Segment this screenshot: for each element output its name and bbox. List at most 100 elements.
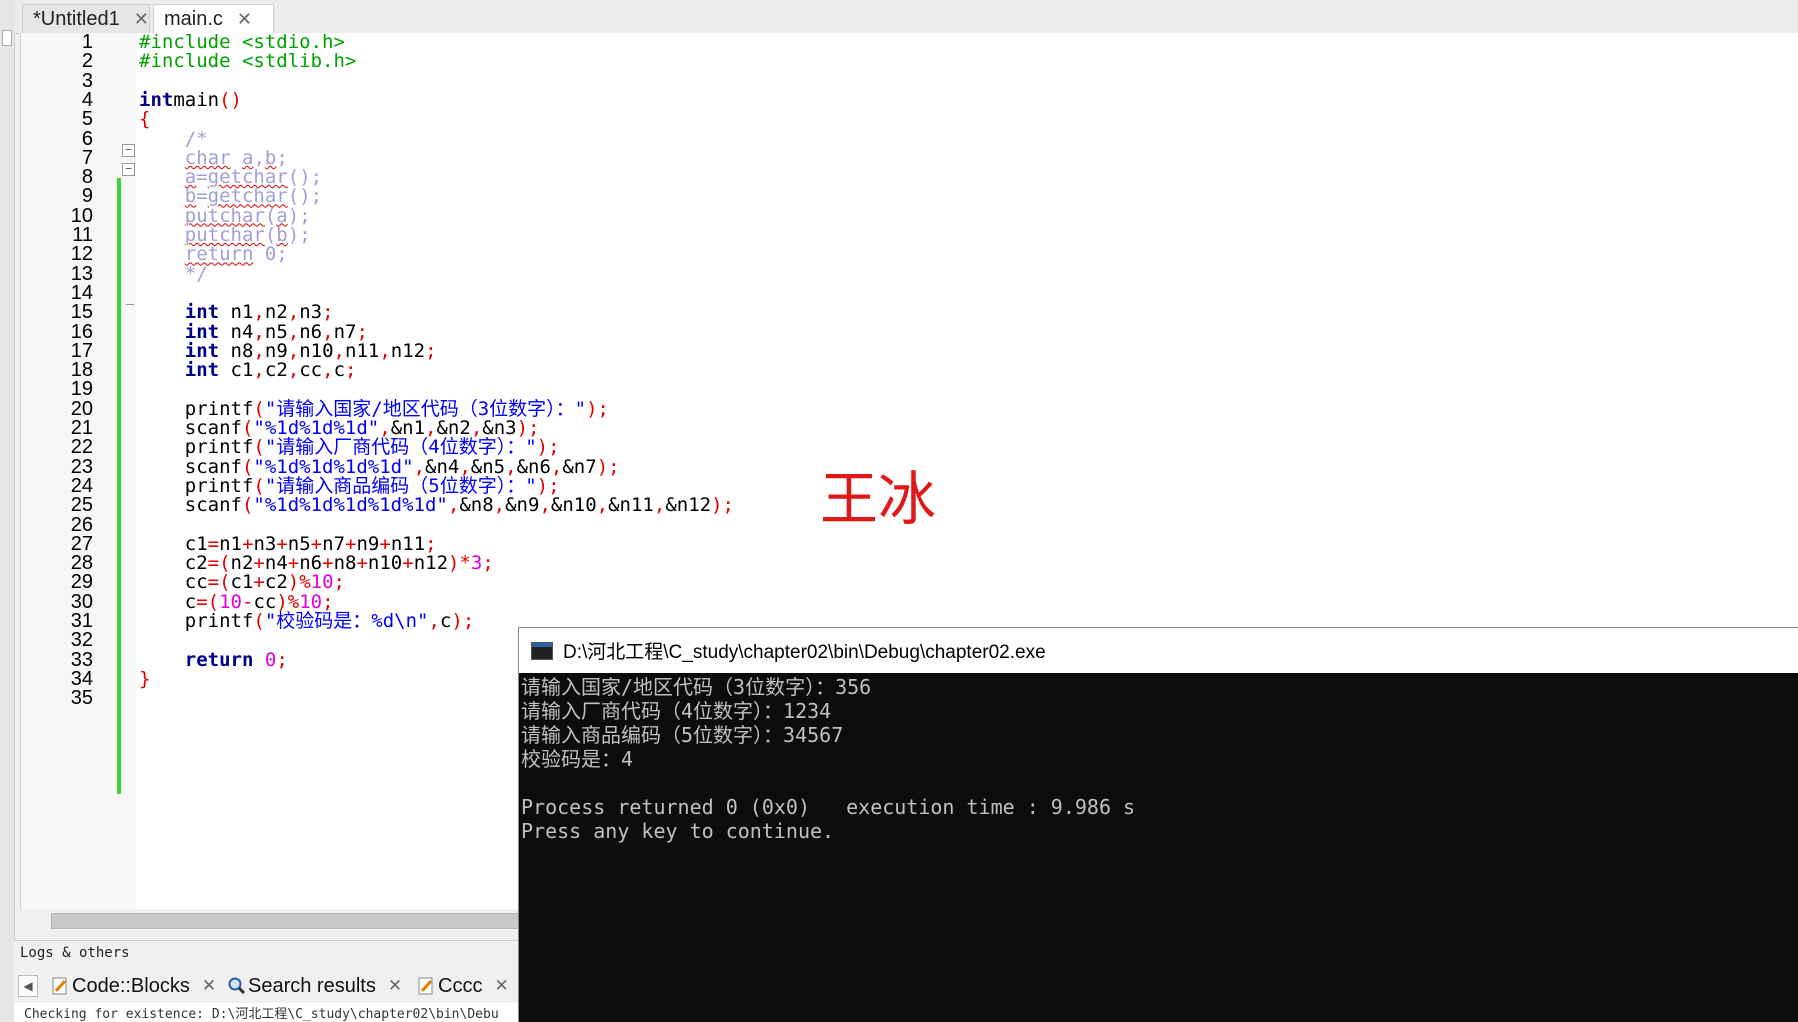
console-app-icon	[531, 641, 553, 660]
dock-handle[interactable]	[2, 30, 12, 46]
code-token: return	[184, 648, 254, 671]
code-token: );	[596, 455, 620, 478]
code-line: }	[139, 668, 150, 690]
code-token: ;	[333, 571, 345, 594]
code-token: 3	[470, 552, 483, 575]
code-token: ,	[493, 494, 506, 517]
code-token: ;	[425, 339, 437, 362]
close-icon[interactable]: ✕	[388, 976, 402, 996]
pencil-icon	[52, 977, 68, 995]
tab-untitled1[interactable]: *Untitled1 ✕	[22, 4, 150, 33]
code-token: )*	[448, 552, 471, 575]
changed-lines-marker	[117, 178, 121, 794]
close-icon[interactable]: ✕	[134, 9, 149, 30]
code-token: +	[402, 552, 414, 575]
code-token: ,	[322, 359, 334, 382]
code-token: "校验码是：%d\n"	[264, 610, 429, 632]
line-number-gutter: 1 2 3 4 5 6 7 8 9 10 11 12 13 14 15 16 17 18 19 20 21 22 23 24 2…	[21, 31, 116, 909]
console-line: 请输入国家/地区代码（3位数字）：356	[521, 675, 872, 699]
scroll-left-icon[interactable]: ◀	[18, 975, 38, 997]
code-line: */	[139, 263, 208, 285]
console-title-bar[interactable]: D:\河北工程\C_study\chapter02\bin\Debug\chap…	[519, 628, 1798, 673]
code-token: 0;	[253, 243, 288, 266]
console-title: D:\河北工程\C_study\chapter02\bin\Debug\chap…	[563, 642, 1046, 663]
editor-tab-bar: *Untitled1 ✕ main.c ✕	[14, 0, 1798, 34]
close-icon[interactable]: ✕	[494, 976, 508, 996]
code-token: ,	[653, 494, 666, 517]
code-token: main	[173, 88, 220, 111]
tab-label: Search results	[248, 974, 376, 997]
code-token: cc	[299, 359, 323, 382]
code-token: "%1d%1d%1d%1d%1d"	[253, 494, 448, 517]
code-token: ;	[345, 359, 357, 382]
code-line: return 0;	[139, 649, 288, 671]
code-token: &n7	[562, 455, 597, 478]
code-token: c	[439, 610, 452, 632]
logs-tab-bar: ◀ Code::Blocks ✕ Search results ✕ Cccc ✕	[14, 971, 534, 1001]
close-icon[interactable]: ✕	[237, 9, 252, 30]
console-window[interactable]: D:\河北工程\C_study\chapter02\bin\Debug\chap…	[518, 627, 1798, 1022]
code-token: ()	[219, 88, 242, 111]
code-token: );	[287, 224, 311, 246]
tab-codeblocks-log[interactable]: Code::Blocks ✕	[52, 973, 216, 999]
code-token: n10	[367, 552, 403, 575]
tab-main-c[interactable]: main.c ✕	[153, 4, 274, 33]
tab-label: Code::Blocks	[72, 974, 190, 997]
code-token: ,	[379, 339, 391, 362]
console-output[interactable]: 请输入国家/地区代码（3位数字）：356 请输入厂商代码（4位数字）：1234 请输…	[521, 675, 1791, 1015]
logs-panel: Logs & others ◀ Code::Blocks ✕ Search re…	[14, 940, 544, 1022]
tab-cccc[interactable]: Cccc ✕	[418, 973, 509, 999]
code-token: ,	[596, 494, 609, 517]
left-dock-strip	[0, 0, 15, 1021]
code-line: printf("校验码是：%d\n",c);	[139, 610, 475, 632]
code-token: (	[253, 610, 265, 632]
magnifier-icon	[228, 977, 246, 995]
tab-label: *Untitled1	[33, 7, 120, 30]
code-token: int	[184, 359, 220, 382]
code-token: );	[451, 610, 475, 632]
code-token: }	[139, 667, 151, 690]
code-token: ,	[447, 494, 460, 517]
code-token: scanf	[139, 494, 242, 517]
code-token: ,	[539, 494, 551, 517]
code-token: ;	[482, 552, 494, 575]
console-line: Process returned 0 (0x0) execution time …	[521, 795, 1136, 819]
code-line: scanf("%1d%1d%1d%1d%1d",&n8,&n9,&n10,&n1…	[139, 494, 734, 516]
fold-toggle-icon[interactable]: −	[122, 144, 135, 157]
fold-toggle-icon[interactable]: −	[122, 163, 135, 176]
code-token: &n11	[608, 494, 654, 517]
horizontal-scrollbar[interactable]	[51, 913, 553, 929]
tab-label: main.c	[164, 7, 223, 30]
code-token: &n12	[665, 494, 712, 517]
code-token: +	[356, 552, 368, 575]
console-line: 请输入商品编码（5位数字）：34567	[521, 723, 844, 747]
code-token: (	[241, 494, 254, 517]
code-token: );	[586, 397, 609, 420]
console-line: Press any key to continue.	[521, 819, 835, 843]
tab-label: Cccc	[438, 974, 483, 997]
code-token: 0	[264, 648, 277, 671]
code-token: n12	[390, 339, 426, 362]
close-icon[interactable]: ✕	[202, 976, 216, 996]
tab-search-results[interactable]: Search results ✕	[228, 973, 402, 999]
fold-end-marker	[126, 304, 134, 305]
console-line: 校验码是：4	[521, 747, 634, 771]
code-token: #include <stdlib.h>	[139, 50, 357, 73]
code-token: c	[333, 359, 346, 382]
code-token: n12	[413, 552, 449, 575]
line-number: 35	[70, 687, 93, 710]
code-token: ,	[428, 610, 440, 632]
code-token: &n8	[459, 494, 494, 517]
logs-panel-title: Logs & others	[20, 945, 130, 961]
watermark-name: 王冰	[820, 465, 937, 533]
code-line: intmain()	[139, 89, 242, 111]
code-token: */	[139, 262, 208, 285]
code-token: c2	[264, 359, 288, 382]
code-token: c1	[219, 359, 254, 382]
code-token: ,	[253, 359, 265, 382]
code-token: ,	[287, 359, 300, 382]
code-line: int c1,c2,cc,c;	[139, 359, 357, 382]
code-token: &n9	[505, 494, 540, 517]
